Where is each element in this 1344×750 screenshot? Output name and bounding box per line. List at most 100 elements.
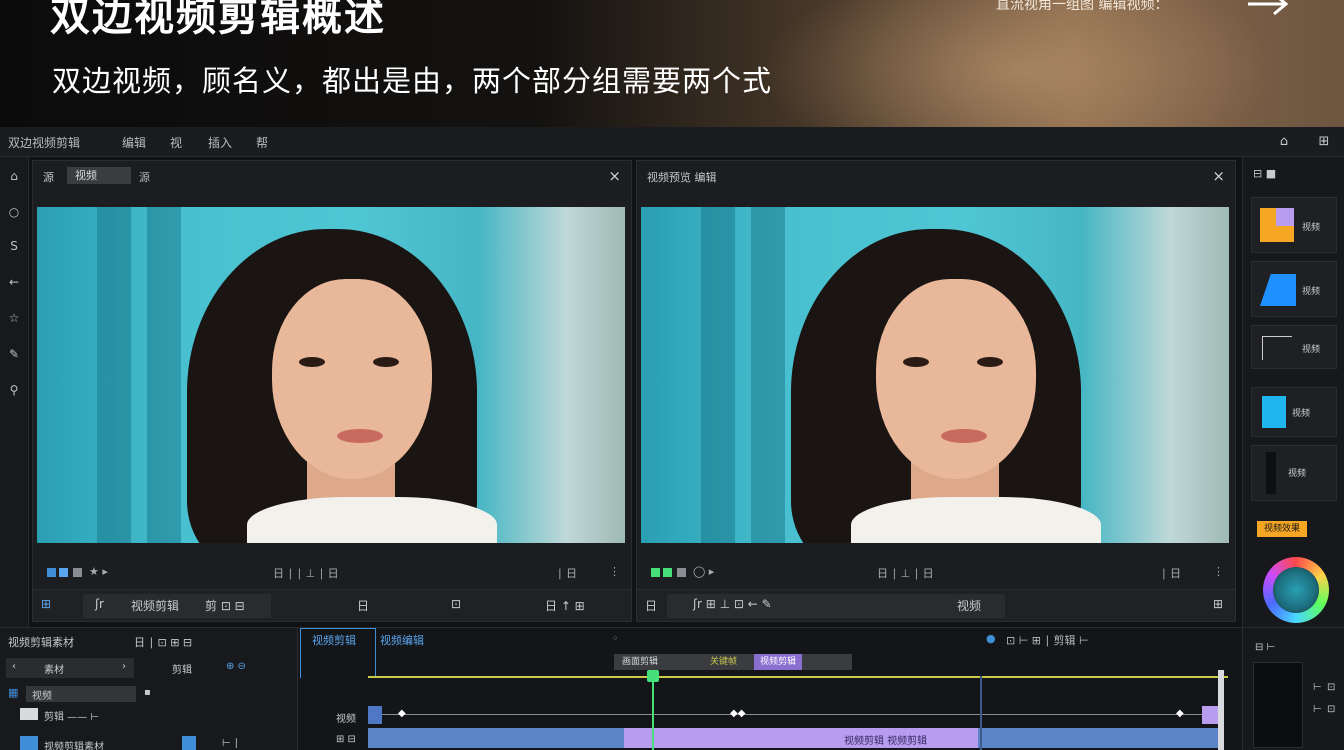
library-tools[interactable]: 日 ∣ ⊡ ⊞ ⊟ — [134, 634, 192, 650]
view-mode-icon[interactable] — [651, 568, 660, 577]
source-viewer-tab[interactable]: 视频 — [67, 167, 131, 184]
track-start-clip[interactable] — [368, 706, 382, 724]
media-thumbnail[interactable] — [20, 708, 38, 720]
preview-viewer-panel: 视频预览 编辑 × ◯ ▸ 日 ∣ ⊥ ∣ 日 ∣ 日 ⋮ 日 ʃr ⊞ ⊥ ⊡… — [636, 160, 1236, 622]
edit-tools[interactable]: ʃr ⊞ ⊥ ⊡ ← ✎ — [693, 597, 772, 611]
drop-icon[interactable]: ● — [986, 632, 996, 645]
menu-insert[interactable]: 插入 — [208, 134, 232, 151]
tab-timeline-edit[interactable]: 视频剪辑 — [312, 632, 356, 648]
playhead-handle-icon[interactable] — [647, 670, 659, 682]
apply-effect-button[interactable]: 视频效果 — [1257, 521, 1307, 537]
timeline-tag-keyframe[interactable]: 关键帧 — [704, 654, 743, 670]
effect-label: 视频 — [1302, 223, 1321, 233]
preview-video-frame[interactable] — [641, 207, 1229, 543]
effect-card[interactable]: 视频 — [1251, 197, 1337, 253]
person-lips — [941, 429, 987, 443]
edit-video-button[interactable]: 视频剪辑 — [131, 597, 179, 614]
meter-control-icon[interactable]: ⊡ — [1327, 682, 1335, 693]
layout-icon[interactable]: ⊞ — [41, 597, 51, 611]
view-mode-icon[interactable] — [59, 568, 68, 577]
menu-view[interactable]: 视 — [170, 134, 182, 151]
menu-bar: 双边视频剪辑 编辑 视 插入 帮 ⌂ ⊞ — [0, 127, 1344, 157]
zoom-tool-icon[interactable]: ⚲ — [5, 381, 23, 399]
lock-icon[interactable]: ▪ — [144, 687, 151, 698]
source-playback-controls: ★ ▸ 日 ∣ ∣ ⊥ ∣ 日 ∣ 日 ⋮ — [33, 563, 631, 585]
effect-card[interactable]: 视频 — [1251, 261, 1337, 317]
person-eye — [299, 357, 325, 367]
menu-app-title[interactable]: 双边视频剪辑 — [8, 134, 80, 151]
curve-tool-icon[interactable]: S — [5, 237, 23, 255]
close-icon[interactable]: × — [1212, 167, 1225, 185]
playback-mid-controls[interactable]: 日 ∣ ∣ ⊥ ∣ 日 — [273, 565, 339, 581]
chevron-left-icon[interactable]: ‹ — [12, 661, 16, 672]
pen-tool-icon[interactable]: ✎ — [5, 345, 23, 363]
menu-edit[interactable]: 编辑 — [122, 134, 146, 151]
effect-card[interactable]: 视频 — [1251, 325, 1337, 369]
person-eye — [977, 357, 1003, 367]
home-tool-icon[interactable]: ⌂ — [5, 167, 23, 185]
keyframe-track[interactable]: ◆ ◆◆ ◆ — [368, 706, 1228, 724]
home-icon[interactable]: ⌂ — [1274, 132, 1294, 152]
timeline-end-marker[interactable] — [1218, 670, 1224, 750]
person-eye — [373, 357, 399, 367]
video-button[interactable]: 视频 — [957, 597, 981, 614]
arrow-right-icon[interactable] — [1246, 0, 1294, 24]
export-tools[interactable]: 日 ↑ ⊞ — [545, 597, 585, 614]
star-tool-icon[interactable]: ☆ — [5, 309, 23, 327]
layout-icon[interactable]: ⊞ — [1314, 132, 1334, 152]
playback-left-controls[interactable]: ◯ ▸ — [693, 565, 714, 578]
pen-icon[interactable]: ʃr — [95, 597, 104, 611]
more-icon[interactable]: ⋮ — [1213, 565, 1224, 578]
more-icon[interactable]: ⋮ — [609, 565, 620, 578]
meter-control-icon[interactable]: ⊢ — [1313, 682, 1322, 693]
background-stripe — [147, 207, 181, 543]
effect-card[interactable]: 视频 — [1251, 445, 1337, 501]
timeline-tag-video[interactable]: 视频剪辑 — [754, 654, 803, 670]
person-shirt — [247, 497, 497, 543]
color-wheel[interactable] — [1263, 557, 1329, 623]
source-video-frame[interactable] — [37, 207, 625, 543]
keyframe-diamond-icon[interactable]: ◆ — [1176, 708, 1184, 719]
meter-control-icon[interactable]: ⊡ — [1327, 704, 1335, 715]
timeline-ruler[interactable] — [368, 676, 1228, 678]
media-thumbnail[interactable] — [182, 736, 196, 750]
grid-icon[interactable]: 日 — [645, 597, 657, 614]
folder-icon[interactable]: ▦ — [8, 686, 18, 699]
keyframe-diamond-icon[interactable]: ◆◆ — [730, 708, 745, 719]
cut-tools[interactable]: 剪 ⊡ ⊟ — [205, 597, 245, 614]
meter-control-icon[interactable]: ⊢ — [1313, 704, 1322, 715]
tab-timeline-video[interactable]: 视频编辑 — [380, 632, 424, 648]
effect-card[interactable]: 视频 — [1251, 387, 1337, 437]
back-tool-icon[interactable]: ← — [5, 273, 23, 291]
timeline-tools[interactable]: ⊡ ⊢ ⊞ ∣ 剪辑 ⊢ — [1006, 632, 1089, 648]
frame-icon[interactable]: ⊡ — [451, 597, 461, 611]
view-mode-icon[interactable] — [73, 568, 82, 577]
zoom-controls[interactable]: ⊕ ⊖ — [226, 661, 246, 672]
library-row-tools[interactable]: ⊢ ∣ — [222, 738, 239, 749]
playback-right-controls[interactable]: ∣ 日 — [1161, 565, 1181, 581]
keyframe-diamond-icon[interactable]: ◆ — [398, 708, 406, 719]
close-icon[interactable]: × — [608, 167, 621, 185]
timeline-playhead[interactable] — [652, 670, 654, 750]
playback-left-controls[interactable]: ★ ▸ — [89, 565, 108, 578]
preview-playback-controls: ◯ ▸ 日 ∣ ⊥ ∣ 日 ∣ 日 ⋮ — [637, 563, 1235, 585]
source-viewer-tab-2[interactable]: 源 — [139, 169, 150, 185]
view-mode-icon[interactable] — [663, 568, 672, 577]
settings-icon[interactable]: ⊞ — [1213, 597, 1223, 611]
library-search-box[interactable] — [6, 658, 134, 678]
chevron-right-icon[interactable]: › — [122, 661, 126, 672]
circle-tool-icon[interactable]: ○ — [5, 203, 23, 221]
source-viewer-panel: 源 视频 源 × ★ ▸ 日 ∣ ∣ ⊥ ∣ 日 ∣ 日 ⋮ ⊞ ʃr 视频剪辑… — [32, 160, 632, 622]
view-mode-icon[interactable] — [677, 568, 686, 577]
view-mode-icon[interactable] — [47, 568, 56, 577]
video-clip-track[interactable]: 视频剪辑 视频剪辑 — [368, 728, 1220, 748]
media-thumbnail[interactable] — [20, 736, 38, 750]
playback-right-controls[interactable]: ∣ 日 — [557, 565, 577, 581]
source-viewer-title: 源 — [43, 171, 54, 184]
grid-icon[interactable]: 日 — [357, 597, 369, 614]
playback-mid-controls[interactable]: 日 ∣ ⊥ ∣ 日 — [877, 565, 934, 581]
banner-link[interactable]: 直流视角一组图 编辑视频： — [996, 0, 1168, 14]
menu-help[interactable]: 帮 — [256, 134, 268, 151]
audio-meter — [1253, 662, 1303, 748]
timeline-tag-cut[interactable]: 画面剪辑 — [616, 654, 664, 670]
